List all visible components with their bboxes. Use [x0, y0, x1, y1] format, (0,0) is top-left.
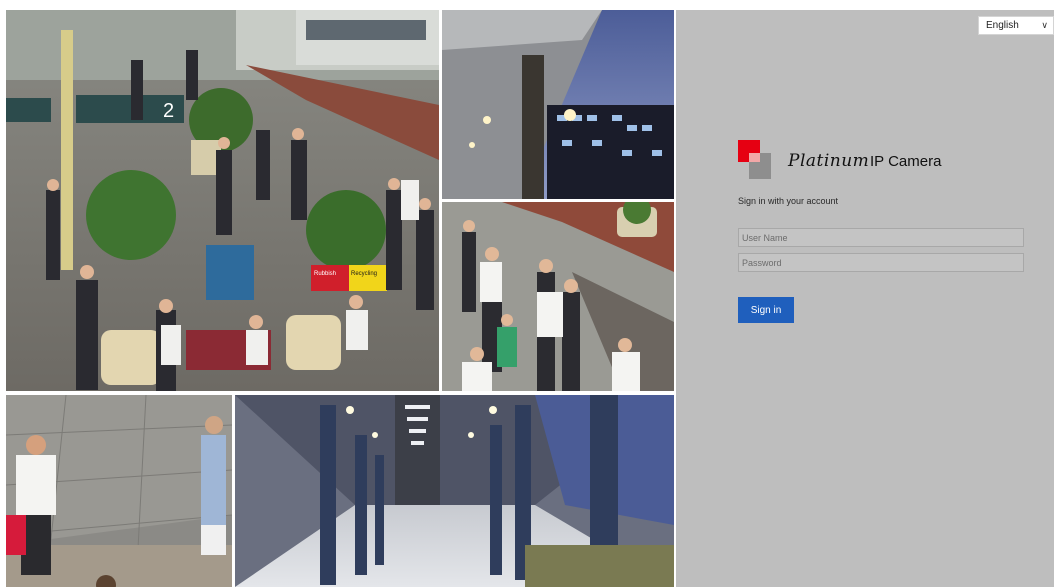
language-select[interactable]: English ∨ — [978, 16, 1054, 35]
brand-script: Platinum — [788, 151, 870, 171]
camera-view-platform-passengers — [442, 202, 674, 391]
camera-view-corridor-walker — [6, 395, 232, 587]
login-panel: English ∨ Platinum IP Camera Sign in wit… — [676, 10, 1054, 587]
language-selected: English — [986, 20, 1019, 31]
rubbish-label: Rubbish — [314, 271, 336, 277]
login-page: 2 Rubbish Recycling English ∨ Platinum I… — [0, 0, 1054, 587]
platform-sign-number: 2 — [163, 100, 174, 122]
recycling-label: Recycling — [351, 271, 377, 277]
signin-subtitle: Sign in with your account — [738, 196, 839, 206]
camera-preview-grid: 2 Rubbish Recycling — [6, 10, 674, 587]
password-field[interactable] — [738, 253, 1024, 272]
chevron-down-icon: ∨ — [1041, 20, 1048, 30]
platinum-logo-icon — [738, 140, 774, 180]
signin-button[interactable]: Sign in — [738, 297, 794, 323]
camera-view-building-dusk — [442, 10, 674, 199]
camera-view-concourse — [235, 395, 674, 587]
username-field[interactable] — [738, 228, 1024, 247]
camera-view-platform-crowd: 2 Rubbish Recycling — [6, 10, 439, 391]
product-name: IP Camera — [870, 153, 942, 170]
